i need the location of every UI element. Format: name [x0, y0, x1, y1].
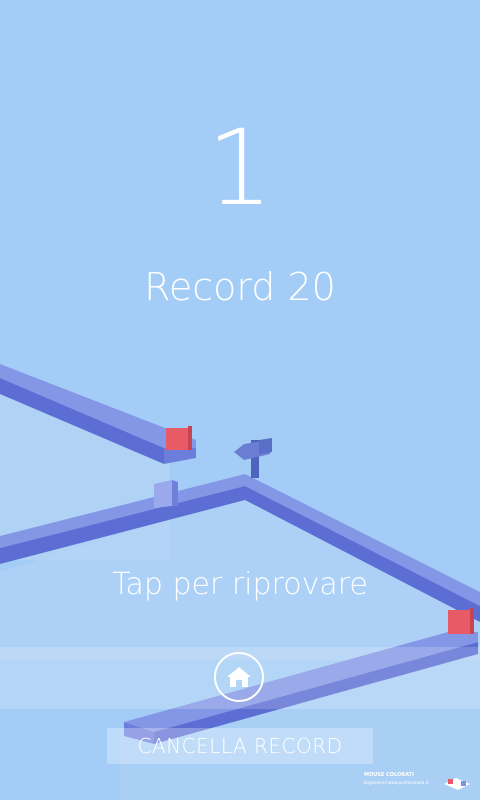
flag-block-lower	[448, 608, 474, 634]
score-display: 1	[206, 107, 274, 229]
brand-title: MOUSE COLORATI	[364, 772, 414, 778]
brand-icon	[444, 778, 470, 790]
path-upper-end	[164, 448, 196, 464]
reset-record-button[interactable]: CANCELLA RECORD	[107, 728, 373, 764]
player-block	[154, 480, 178, 508]
signpost-icon	[234, 438, 272, 478]
brand-logo: MOUSE COLORATI Engineered www.puntoinmet…	[364, 772, 474, 794]
flag-block-upper	[166, 426, 192, 450]
tap-to-retry-text[interactable]: Tap per riprovare	[0, 566, 480, 604]
home-icon	[227, 667, 251, 687]
home-button[interactable]	[214, 652, 264, 702]
brand-subtitle: Engineered www.puntoinmeta.it	[364, 780, 429, 785]
record-label: Record 20	[144, 265, 336, 309]
